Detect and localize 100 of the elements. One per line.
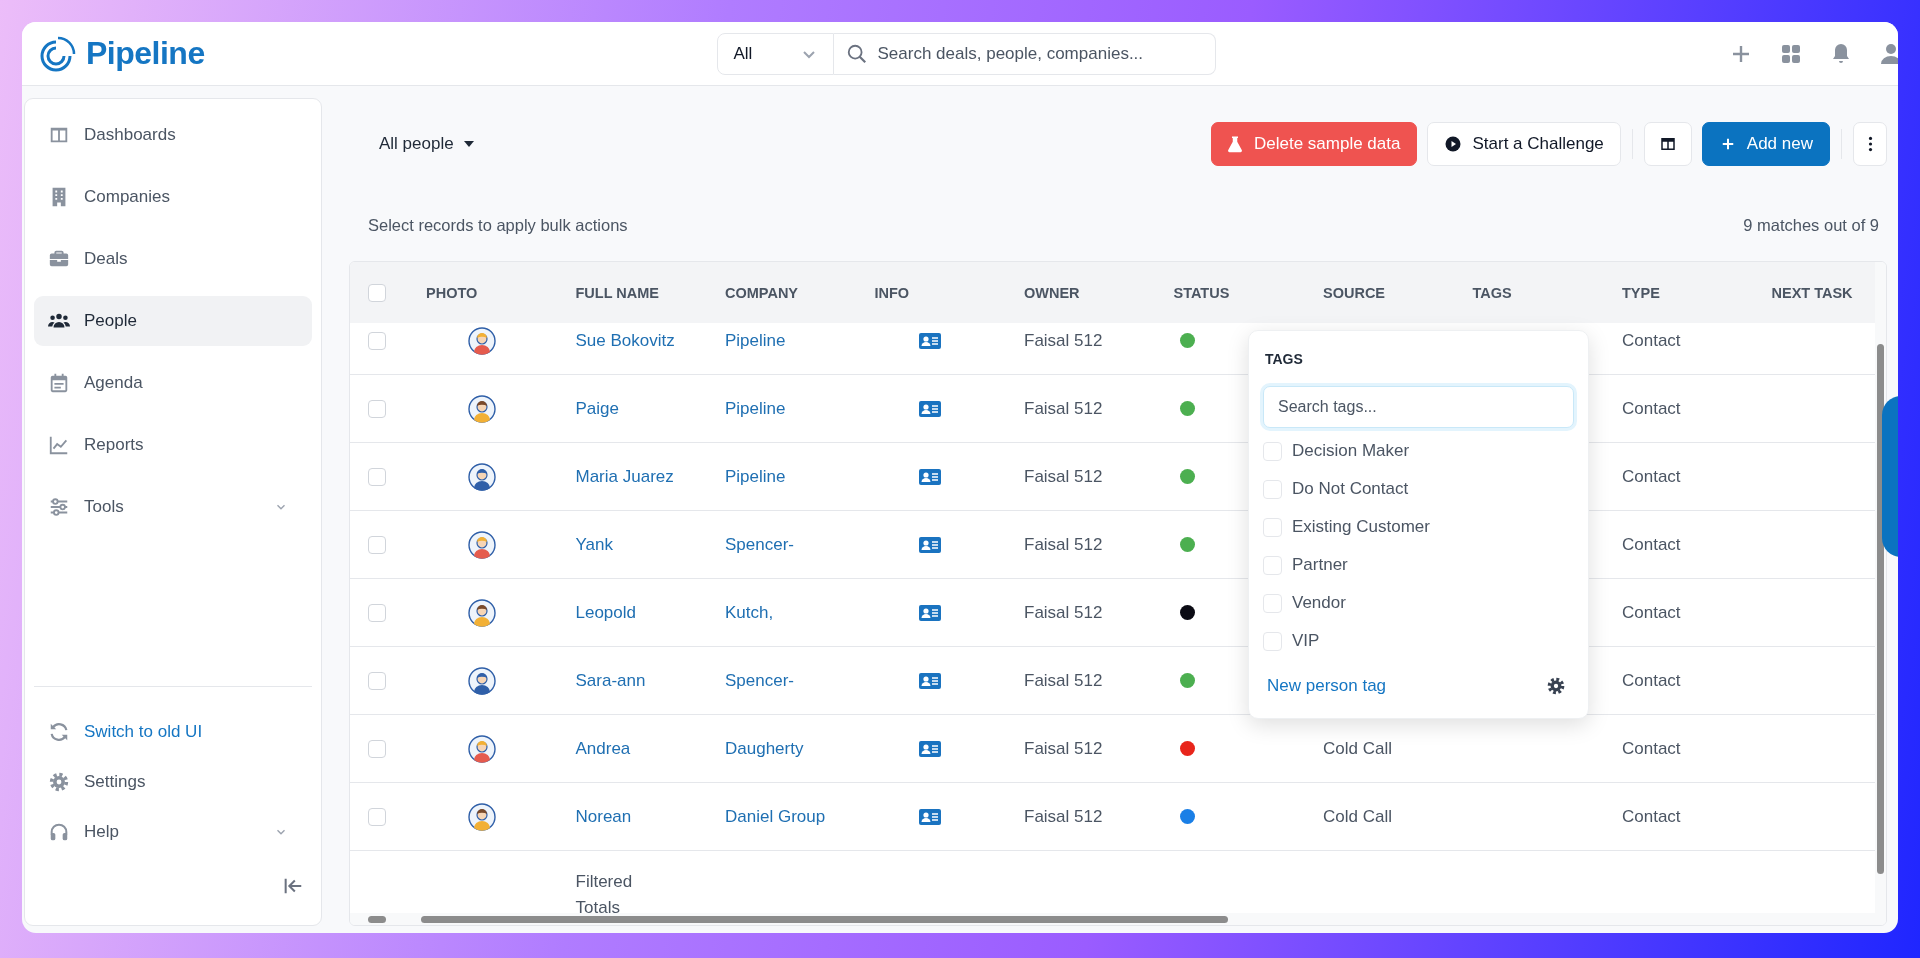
tag-option[interactable]: Vendor <box>1263 584 1346 622</box>
search-icon <box>845 42 868 65</box>
tag-option[interactable]: Do Not Contact <box>1263 470 1409 508</box>
avatar-icon <box>468 802 496 831</box>
row-checkbox[interactable] <box>368 603 386 622</box>
type-text: Contact <box>1622 670 1681 691</box>
sidebar-item[interactable]: Settings <box>34 757 312 807</box>
contact-card-icon[interactable] <box>918 808 941 825</box>
sidebar-item[interactable]: Dashboards <box>34 110 312 160</box>
line-chart-icon <box>48 434 70 456</box>
kebab-icon <box>1867 136 1873 152</box>
company-link[interactable]: Pipeline <box>725 398 786 419</box>
avatar-icon <box>468 462 496 491</box>
tag-search-field[interactable]: Search tags... <box>1263 386 1574 428</box>
sidebar-item[interactable]: Reports <box>34 420 312 470</box>
sidebar-item[interactable]: Help <box>34 807 312 857</box>
calendar-icon <box>48 372 70 394</box>
owner-name: Faisal 512 <box>1024 466 1103 487</box>
type-text: Contact <box>1622 602 1681 623</box>
person-name-link[interactable]: Leopold <box>575 602 636 623</box>
more-options-button[interactable] <box>1853 122 1887 166</box>
select-all-checkbox[interactable] <box>368 283 386 302</box>
column-header[interactable]: FULL NAME <box>575 284 659 301</box>
type-text: Contact <box>1622 398 1681 419</box>
person-name-link[interactable]: Yank <box>575 534 613 555</box>
row-checkbox[interactable] <box>368 399 386 418</box>
tag-checkbox[interactable] <box>1263 593 1282 613</box>
gear-icon[interactable] <box>1546 676 1566 696</box>
person-name-link[interactable]: Norean <box>575 806 632 827</box>
avatar-icon <box>468 326 496 355</box>
headset-icon <box>48 821 70 843</box>
row-checkbox[interactable] <box>368 535 386 554</box>
type-text: Contact <box>1622 534 1681 555</box>
company-link[interactable]: Pipeline <box>725 466 786 487</box>
contact-card-icon[interactable] <box>918 740 941 757</box>
add-new-button[interactable]: Add new <box>1701 122 1830 166</box>
horizontal-scrollbar-thumb[interactable] <box>421 916 1228 923</box>
person-name-link[interactable]: Sue Bokovitz <box>575 330 675 351</box>
contact-card-icon[interactable] <box>918 536 941 553</box>
company-link[interactable]: Daugherty <box>725 738 804 759</box>
column-header[interactable]: STATUS <box>1173 284 1230 301</box>
row-checkbox[interactable] <box>368 739 386 758</box>
play-icon <box>1444 135 1463 153</box>
tag-checkbox[interactable] <box>1263 631 1282 651</box>
tag-checkbox[interactable] <box>1263 517 1282 537</box>
scope-dropdown[interactable]: All <box>716 32 834 75</box>
vertical-scrollbar-thumb[interactable] <box>1877 344 1884 874</box>
tag-option[interactable]: Existing Customer <box>1263 508 1430 546</box>
contact-card-icon[interactable] <box>918 672 941 689</box>
tag-option[interactable]: VIP <box>1263 622 1320 660</box>
delete-sample-data-button[interactable]: Delete sample data <box>1210 122 1418 166</box>
sidebar-item[interactable]: Tools <box>34 482 312 532</box>
person-name-link[interactable]: Maria Juarez <box>575 466 674 487</box>
tag-option[interactable]: Decision Maker <box>1263 432 1410 470</box>
company-link[interactable]: Spencer- <box>725 534 794 555</box>
avatar-icon <box>468 394 496 423</box>
row-checkbox[interactable] <box>368 671 386 690</box>
sidebar-item[interactable]: Deals <box>34 234 312 284</box>
column-header[interactable]: PHOTO <box>426 284 478 301</box>
layout-icon <box>1658 135 1677 153</box>
person-name-link[interactable]: Sara-ann <box>575 670 646 691</box>
search-field[interactable]: Search deals, people, companies... <box>833 32 1216 75</box>
sidebar-item[interactable]: Agenda <box>34 358 312 408</box>
column-header[interactable]: TAGS <box>1472 284 1512 301</box>
view-dropdown[interactable]: All people <box>373 133 480 155</box>
contact-card-icon[interactable] <box>918 604 941 621</box>
contact-card-icon[interactable] <box>918 332 941 349</box>
row-checkbox[interactable] <box>368 807 386 826</box>
contact-card-icon[interactable] <box>918 468 941 485</box>
bulk-actions-hint: Select records to apply bulk actions <box>368 215 628 235</box>
column-header[interactable]: COMPANY <box>725 284 799 301</box>
type-text: Contact <box>1622 466 1681 487</box>
start-challenge-button[interactable]: Start a Challenge <box>1427 122 1621 166</box>
column-header[interactable]: TYPE <box>1622 284 1660 301</box>
person-name-link[interactable]: Paige <box>575 398 619 419</box>
tag-checkbox[interactable] <box>1263 441 1282 461</box>
new-tag-link[interactable]: New person tag <box>1267 676 1387 696</box>
column-header[interactable]: NEXT TASK <box>1771 284 1853 301</box>
tag-label: Vendor <box>1292 593 1346 613</box>
column-header[interactable]: SOURCE <box>1323 284 1386 301</box>
switch-ui-link[interactable]: Switch to old UI <box>34 707 312 757</box>
company-link[interactable]: Daniel Group <box>725 806 826 827</box>
tag-checkbox[interactable] <box>1263 479 1282 499</box>
avatar-icon <box>468 530 496 559</box>
tag-option[interactable]: Partner <box>1263 546 1348 584</box>
sidebar-item[interactable]: People <box>34 296 312 346</box>
row-checkbox[interactable] <box>368 467 386 486</box>
company-link[interactable]: Pipeline <box>725 330 786 351</box>
column-header[interactable]: OWNER <box>1024 284 1080 301</box>
sidebar-item[interactable]: Companies <box>34 172 312 222</box>
company-link[interactable]: Kutch, <box>725 602 774 623</box>
column-layout-button[interactable] <box>1643 122 1692 166</box>
tag-checkbox[interactable] <box>1263 555 1282 575</box>
person-name-link[interactable]: Andrea <box>575 738 631 759</box>
company-link[interactable]: Spencer- <box>725 670 794 691</box>
scrollbar-thumb[interactable] <box>368 916 386 923</box>
row-checkbox[interactable] <box>368 331 386 350</box>
type-text: Contact <box>1622 738 1681 759</box>
contact-card-icon[interactable] <box>918 400 941 417</box>
column-header[interactable]: INFO <box>874 284 910 301</box>
